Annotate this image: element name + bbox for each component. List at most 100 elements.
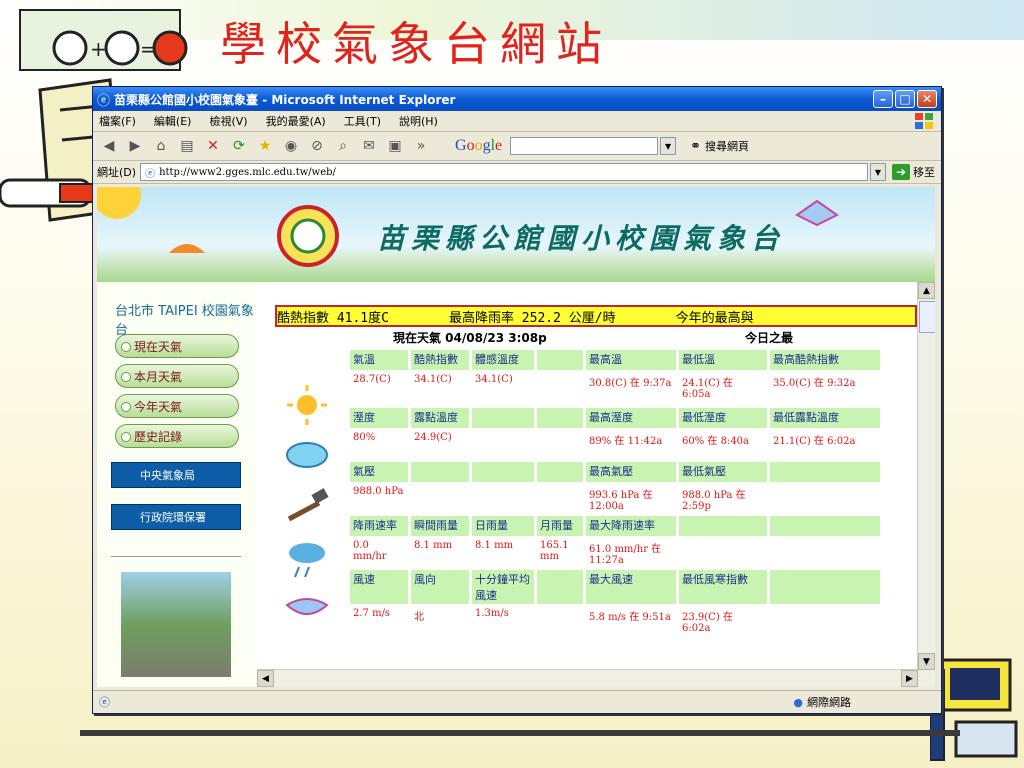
media-icon[interactable]: ◉ [281,136,301,156]
menu-view[interactable]: 檢視(V) [209,113,247,129]
menu-edit[interactable]: 編輯(E) [154,113,192,129]
print-icon[interactable]: ▤ [177,136,197,156]
weather-value-cell: 2.7 m/s [353,608,391,619]
scroll-left-icon[interactable]: ◀ [257,670,274,687]
weather-label-cell: 最高氣壓 [586,462,676,482]
refresh-icon[interactable]: ⟳ [229,136,249,156]
scroll-right-icon[interactable]: ▶ [901,670,918,687]
nav-year-weather[interactable]: 今年天氣 [115,394,239,418]
mail-icon[interactable]: ✉ [359,136,379,156]
weather-label-cell: 最低氣壓 [679,462,767,482]
weather-label-cell: 體感溫度 [472,350,534,370]
weather-value-row: 28.7(C) 34.1(C) 34.1(C) 30.8(C) 在 9:37a 24.1… [350,373,880,405]
search-web-button[interactable]: 搜尋網頁 [705,138,749,154]
weather-station-photo [121,572,231,677]
slide-title: 學校氣象台網站 [220,17,612,71]
weather-label-cell: 月雨量 [537,516,583,536]
weather-value-cell [537,607,583,635]
weather-label-cell [537,350,583,370]
page-content: 苗栗縣公館國小校園氣象台 台北市 TAIPEI 校園氣象台 現在天氣 本月天氣 … [97,187,935,687]
weather-label-cell: 最大風速 [586,570,676,604]
ie-icon: ⓔ [97,93,111,109]
nav-month-weather[interactable]: 本月天氣 [115,364,239,388]
stop-icon[interactable]: ✕ [203,136,223,156]
horizontal-scrollbar[interactable]: ◀ ▶ [257,669,918,687]
weather-value-cell [770,539,880,567]
computer-clipart-icon [930,658,1018,761]
chevron-down-icon[interactable]: ▼ [660,137,677,155]
weather-label-cell: 最大降雨速率 [586,516,676,536]
ticker-heat-index: 酷熱指數 41.1度C [277,310,389,326]
menu-bar: 檔案(F) 編輯(E) 檢視(V) 我的最愛(A) 工具(T) 說明(H) [93,111,941,132]
weather-value-row: 2.7 m/s 北 1.3m/s 5.8 m/s 在 9:51a 23.9(C) 在 6… [350,607,880,635]
svg-text:+: + [90,37,107,61]
weather-header-row: 氣溫 酷熱指數 體感溫度 最高溫 最低溫 最高酷熱指數 [350,350,880,370]
weather-value-row: 80% 24.9(C) 89% 在 11:42a 60% 在 8:40a 21.1(C)… [350,431,880,459]
close-button[interactable]: ✕ [917,90,937,108]
weather-value-cell: 8.1 mm [475,540,514,551]
history-icon[interactable]: ⊘ [307,136,327,156]
window-title: 苗栗縣公館國小校園氣象臺 - Microsoft Internet Explor… [114,92,456,107]
weather-value-cell: 988.0 hPa [353,486,404,497]
site-banner: 苗栗縣公館國小校園氣象台 [97,187,935,282]
vertical-scrollbar[interactable]: ▲ ▼ [917,282,935,687]
maximize-button[interactable]: □ [895,90,915,108]
more-chevron-icon[interactable]: » [411,136,431,156]
standard-toolbar: ◀ ▶ ⌂ ▤ ✕ ⟳ ★ ◉ ⊘ ⌕ ✉ ▣ » Google ▼ ⚭ 搜尋網… [93,132,941,161]
search-icon[interactable]: ⌕ [333,136,353,156]
google-toolbar-logo: Google [455,137,503,154]
weather-value-cell: 24.9(C) [414,432,452,443]
weather-label-cell: 日雨量 [472,516,534,536]
scroll-thumb[interactable] [919,301,935,333]
site-title: 苗栗縣公館國小校園氣象台 [377,222,786,255]
weather-label-cell: 露點溫度 [411,408,469,428]
window-titlebar[interactable]: ⓔ 苗栗縣公館國小校園氣象臺 - Microsoft Internet Expl… [93,87,941,111]
nav-current-weather[interactable]: 現在天氣 [115,334,239,358]
weather-label-cell [770,516,880,536]
weather-value-cell [472,431,534,459]
cwb-link[interactable]: 中央氣象局 [111,462,241,488]
weather-value-cell: 61.0 mm/hr 在 11:27a [589,544,662,566]
edit-icon[interactable]: ▣ [385,136,405,156]
sidebar-divider [111,556,241,557]
weather-label-cell: 最低溫 [679,350,767,370]
scroll-down-icon[interactable]: ▼ [918,653,935,670]
google-search-input[interactable] [510,137,659,155]
menu-help[interactable]: 說明(H) [399,113,438,129]
ticker-year-record: 今年的最高與 [675,310,754,326]
svg-text:=: = [140,37,157,61]
back-icon[interactable]: ◀ [99,136,119,156]
forward-icon[interactable]: ▶ [125,136,145,156]
weather-value-cell: 5.8 m/s 在 9:51a [589,612,671,623]
weather-value-row: 988.0 hPa 993.6 hPa 在 12:00a 988.0 hPa 在 2… [350,485,880,513]
scroll-up-icon[interactable]: ▲ [918,282,935,299]
weather-value-cell [472,485,534,513]
sidebar: 台北市 TAIPEI 校園氣象台 現在天氣 本月天氣 今年天氣 歷史記錄 中央氣… [97,282,257,687]
favorites-star-icon[interactable]: ★ [255,136,275,156]
weather-value-row: 0.0 mm/hr 8.1 mm 8.1 mm 165.1 mm 61.0 mm/hr … [350,539,880,567]
status-page-icon: ⓔ [99,696,110,709]
marquee-ticker: 酷熱指數 41.1度C 最高降雨率 252.2 公厘/時 今年的最高與 [275,305,917,327]
rain-cloud-icon [289,543,325,578]
menu-tools[interactable]: 工具(T) [344,113,381,129]
menu-favorites[interactable]: 我的最愛(A) [266,113,326,129]
nav-history[interactable]: 歷史記錄 [115,424,239,448]
address-dropdown-icon[interactable]: ▼ [870,163,886,181]
weather-header-row: 降雨速率 瞬間雨量 日雨量 月雨量 最大降雨速率 [350,516,880,536]
weather-value-cell [411,485,469,513]
status-zone: 網際網路 [807,696,851,709]
weather-label-cell: 最高酷熱指數 [770,350,880,370]
epa-link[interactable]: 行政院環保署 [111,504,241,530]
go-button[interactable]: ➔ 移至 [892,164,935,180]
weather-value-cell: 165.1 mm [540,540,569,562]
minimize-button[interactable]: – [873,90,893,108]
weather-value-cell: 0.0 mm/hr [353,540,387,562]
weather-value-cell: 28.7(C) [353,374,391,385]
taipei-weather-logo[interactable]: 台北市 TAIPEI 校園氣象台 [115,300,257,338]
home-icon[interactable]: ⌂ [151,136,171,156]
menu-file[interactable]: 檔案(F) [99,113,136,129]
status-bar: ⓔ ● 網際網路 [93,690,941,713]
kite-decoration-icon [795,199,839,227]
sun-icon [287,385,327,425]
address-input[interactable]: ⓔ http://www2.gges.mlc.edu.tw/web/ [140,163,868,181]
